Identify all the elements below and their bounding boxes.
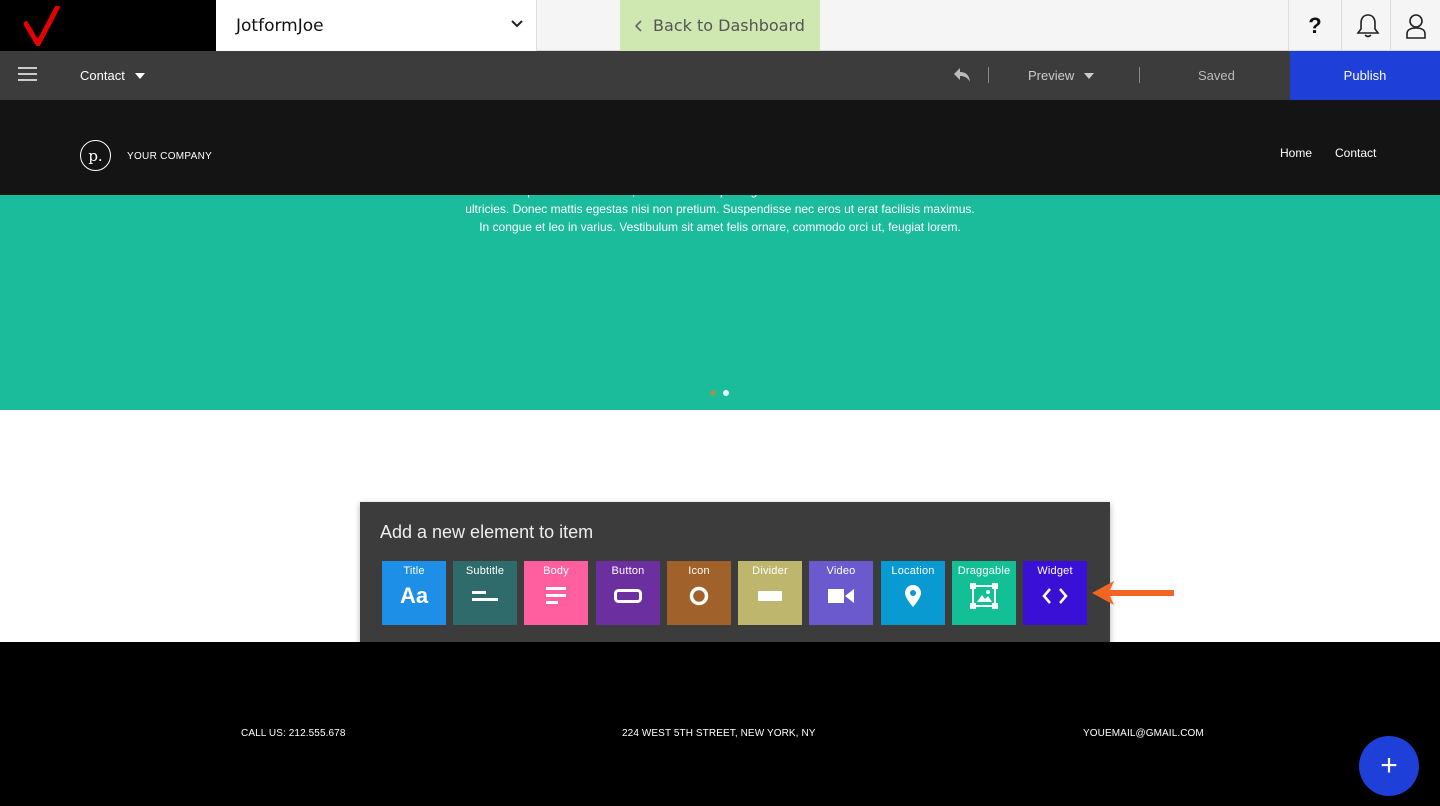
tile-label: Body [543,565,569,577]
circle-icon [667,582,731,610]
caret-down-icon [134,72,145,79]
element-tile-divider[interactable]: Divider [738,561,802,625]
publish-button[interactable]: Publish [1290,51,1440,100]
brand-logo[interactable] [0,0,216,51]
element-tile-video[interactable]: Video [809,561,873,625]
nav-link-home[interactable]: Home [1280,146,1312,160]
pointer-arrow-icon [1092,581,1174,605]
user-menu-button[interactable] [1390,0,1440,51]
back-to-dashboard-button[interactable]: Back to Dashboard [620,0,820,51]
tile-label: Button [611,565,645,577]
element-tile-location[interactable]: Location [881,561,945,625]
element-tile-icon[interactable]: Icon [667,561,731,625]
video-camera-icon [809,582,873,610]
top-bar: JotformJoe Back to Dashboard ? [0,0,1440,51]
slider-dot-1[interactable] [710,390,716,396]
tile-label: Divider [752,565,788,577]
preview-dropdown[interactable]: Preview [1028,51,1095,100]
help-button[interactable]: ? [1288,0,1341,51]
tile-label: Draggable [957,565,1011,577]
panel-title: Add a new element to item [380,522,594,542]
account-name: JotformJoe [236,15,324,36]
element-tile-subtitle[interactable]: Subtitle [453,561,517,625]
tile-label: Location [891,565,935,577]
footer-email: YOUEMAIL@GMAIL.COM [1083,728,1204,739]
page-selector[interactable]: Contact [80,51,145,100]
account-selector[interactable]: JotformJoe [216,0,537,51]
editor-toolbar: Contact Preview Saved Publish [0,51,1440,100]
subtitle-lines-icon [453,582,517,610]
footer-phone: CALL US: 212.555.678 [241,728,346,739]
chevron-down-icon [511,20,523,28]
site-header[interactable]: p. YOUR COMPANY Home Contact [0,100,1440,195]
hero-body-text: Lorem ipsum dolor sit amet, consectetur … [465,195,975,234]
add-section-button[interactable]: + [1359,736,1419,796]
map-pin-icon [881,582,945,610]
caret-down-icon [1084,72,1095,79]
button-shape-icon [596,582,660,610]
question-icon: ? [1308,12,1322,38]
element-tile-widget[interactable]: Widget [1023,561,1087,625]
element-tile-title[interactable]: Title Aa [382,561,446,625]
checkmark-logo-icon [24,6,60,46]
nav-link-contact[interactable]: Contact [1335,146,1376,160]
element-tile-button[interactable]: Button [596,561,660,625]
element-tile-body[interactable]: Body [524,561,588,625]
code-brackets-icon [1023,582,1087,610]
chevron-left-icon [635,19,642,32]
page-selector-label: Contact [80,68,125,83]
footer-address: 224 WEST 5TH STREET, NEW YORK, NY [622,728,816,739]
tile-label: Subtitle [465,565,505,577]
divider-bar-icon [738,582,802,610]
bell-icon [1356,13,1380,37]
menu-icon[interactable] [18,67,37,81]
company-name: YOUR COMPANY [127,151,213,162]
site-footer[interactable]: CALL US: 212.555.678 224 WEST 5TH STREET… [0,642,1440,806]
add-element-panel: Add a new element to item Title Aa Subti… [360,502,1110,645]
body-lines-icon [524,582,588,610]
save-status: Saved [1198,68,1235,83]
tile-label: Video [826,565,856,577]
slider-dot-2[interactable] [723,390,729,396]
back-label: Back to Dashboard [653,16,805,35]
preview-label: Preview [1028,68,1075,83]
image-frame-icon [952,582,1016,610]
user-icon [1405,13,1426,39]
company-logo-icon: p. [80,140,111,171]
element-tile-draggable[interactable]: Draggable [952,561,1016,625]
tile-label: Title [403,565,425,577]
toolbar-divider [988,67,989,83]
undo-icon[interactable] [952,66,972,84]
notifications-button[interactable] [1341,0,1394,51]
hero-slider[interactable]: Lorem ipsum dolor sit amet, consectetur … [0,195,1440,410]
toolbar-divider [1139,67,1140,83]
text-aa-icon: Aa [399,583,429,608]
tile-label: Icon [688,565,710,577]
tile-label: Widget [1037,565,1073,577]
